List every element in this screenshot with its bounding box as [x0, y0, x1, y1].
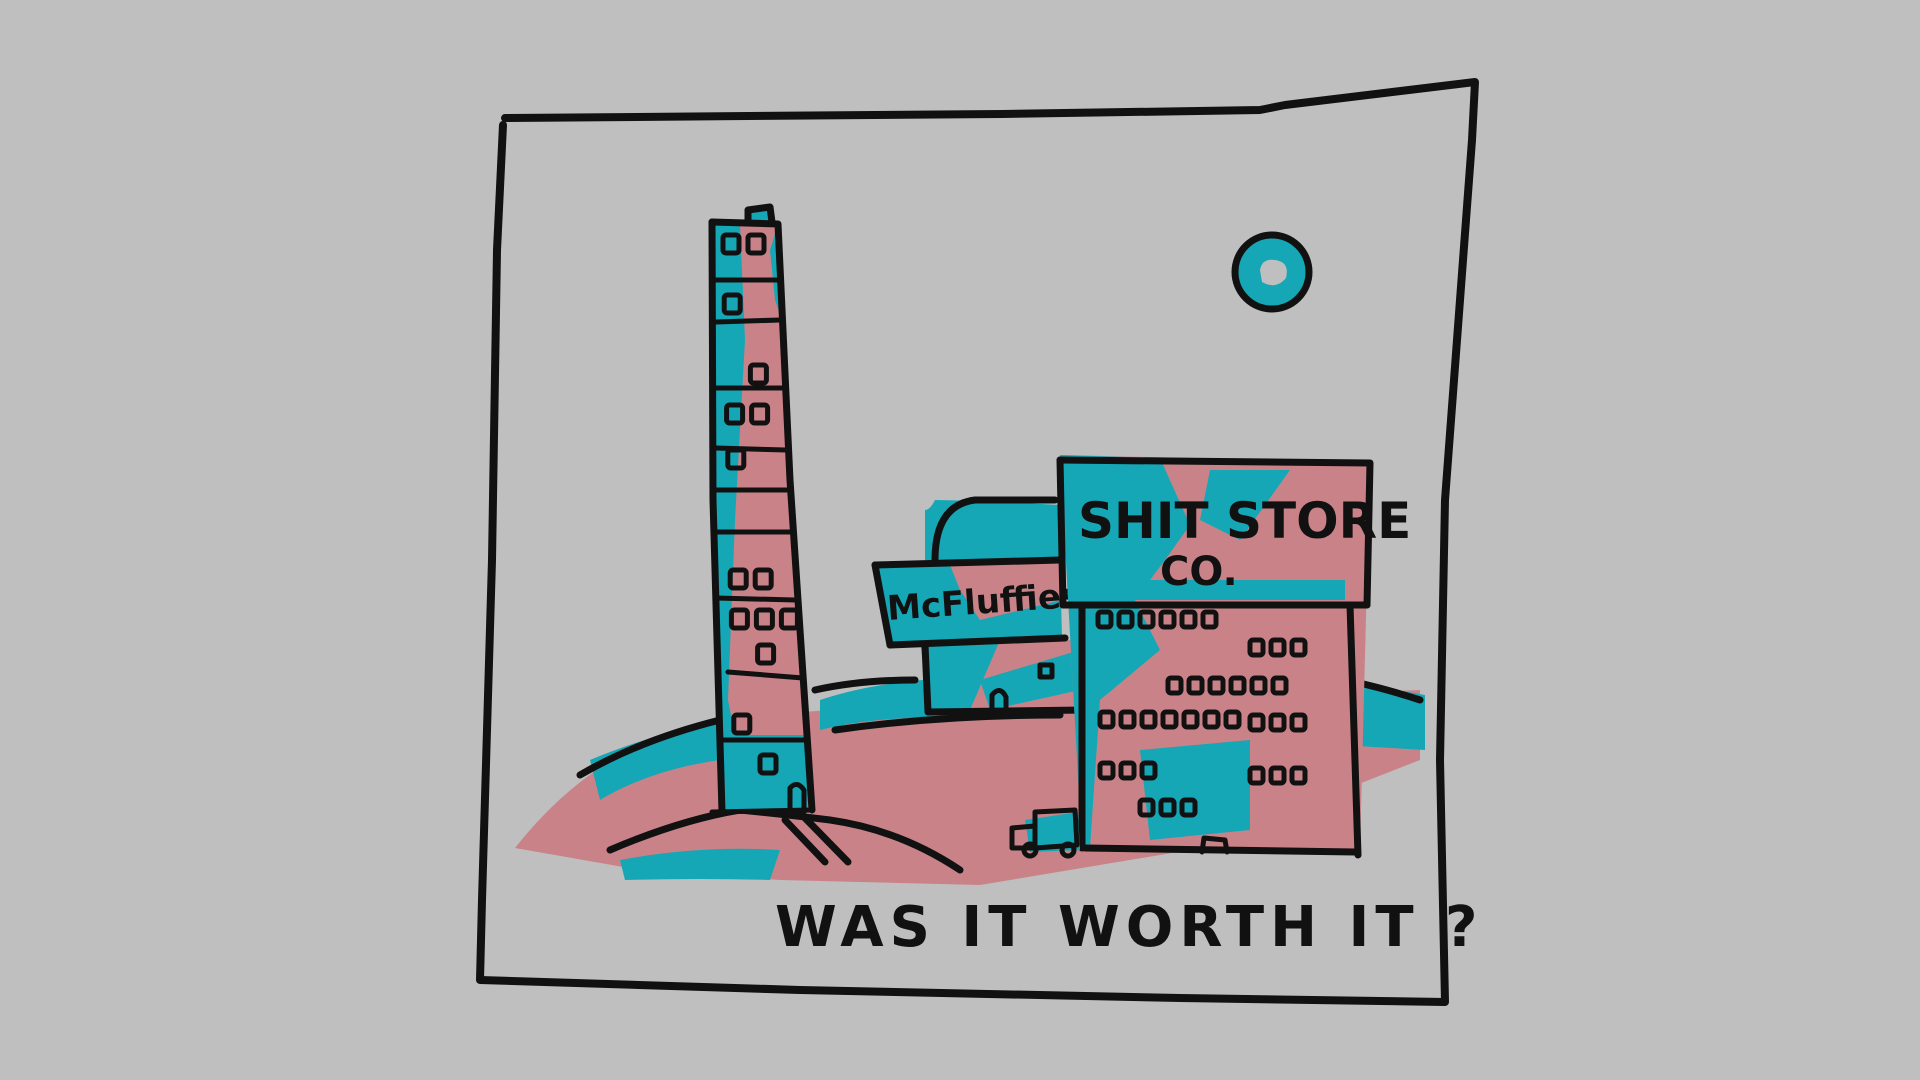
- moon: [1231, 231, 1313, 313]
- sketch-canvas: McFluffies SHIT STORE CO. WAS IT WORTH I…: [476, 78, 1484, 1006]
- store-sign-line1: SHIT STORE: [1078, 492, 1411, 550]
- store-sign-line2: CO.: [1160, 549, 1238, 595]
- store-building: SHIT STORE CO.: [1056, 455, 1411, 859]
- caption-text: WAS IT WORTH IT ?: [775, 895, 1484, 960]
- tall-tower: [708, 203, 816, 816]
